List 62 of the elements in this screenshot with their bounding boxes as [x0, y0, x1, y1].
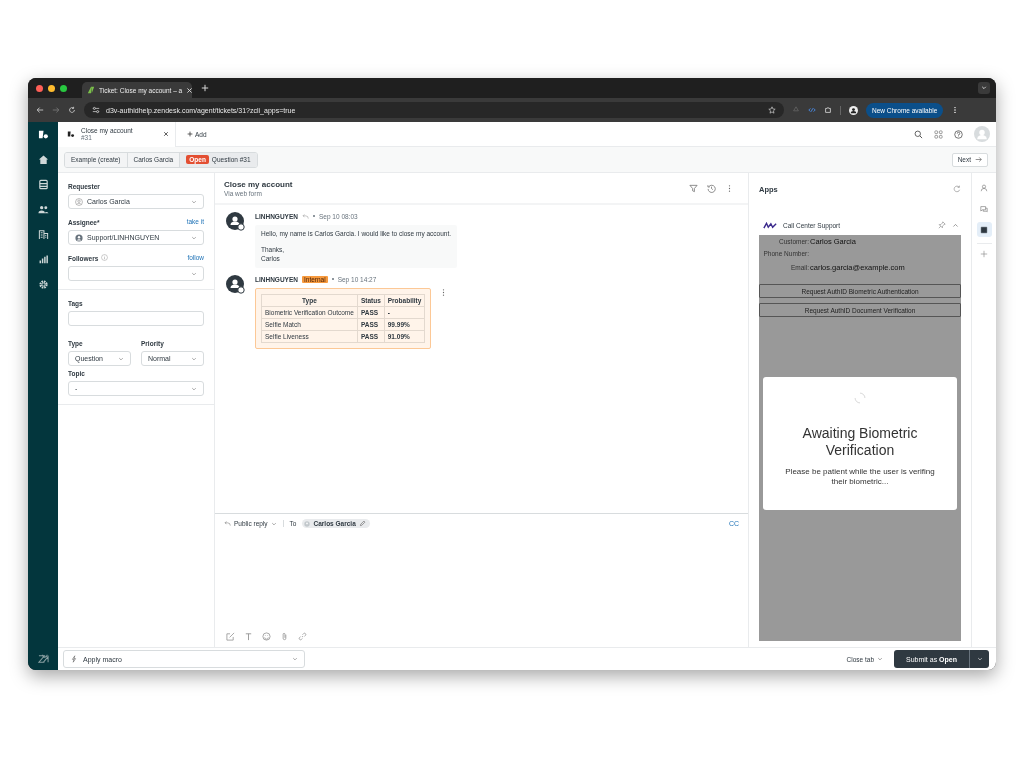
- chevron-down-icon: [191, 385, 197, 392]
- emoji-icon[interactable]: [262, 632, 271, 641]
- tab-search-button[interactable]: [978, 82, 990, 94]
- loading-spinner-icon: [853, 391, 867, 405]
- new-tab-icon[interactable]: [201, 84, 209, 92]
- apps-panel-button[interactable]: [976, 222, 992, 237]
- reply-arrow-icon: [302, 212, 309, 220]
- text-format-icon[interactable]: [244, 632, 253, 641]
- reporting-icon[interactable]: [37, 254, 49, 265]
- site-settings-icon[interactable]: [92, 106, 100, 114]
- submit-options-button[interactable]: [969, 650, 989, 668]
- chevron-down-icon: [191, 270, 197, 277]
- chevron-down-icon: [191, 234, 197, 241]
- maximize-window-button[interactable]: [60, 84, 67, 92]
- ticket-subject: Close my account: [224, 179, 293, 189]
- history-icon[interactable]: [707, 183, 716, 193]
- chat-icon: [980, 204, 988, 213]
- chevron-down-icon: [292, 656, 298, 662]
- close-icon[interactable]: [163, 131, 169, 137]
- app-logo-icon: [763, 221, 777, 229]
- chevron-down-icon: [877, 656, 884, 662]
- forward-arrow-icon[interactable]: [52, 106, 60, 114]
- chevron-down-icon: [191, 198, 197, 205]
- home-icon[interactable]: [37, 154, 49, 165]
- chevron-down-icon: [270, 520, 277, 527]
- chevron-down-icon: [976, 656, 983, 662]
- views-icon[interactable]: [37, 179, 49, 190]
- star-icon[interactable]: [768, 106, 776, 114]
- product-tray-icon[interactable]: [934, 129, 943, 139]
- reload-icon[interactable]: [68, 106, 76, 114]
- close-window-button[interactable]: [36, 84, 43, 92]
- search-icon[interactable]: [914, 129, 923, 139]
- code-icon[interactable]: [808, 106, 816, 114]
- arrow-right-icon: [975, 156, 982, 163]
- chevron-down-icon: [981, 85, 987, 91]
- customers-icon[interactable]: [37, 204, 49, 215]
- refresh-icon[interactable]: [953, 185, 961, 193]
- attachment-icon[interactable]: [280, 632, 289, 641]
- group-icon: [75, 233, 83, 242]
- profile-icon[interactable]: [849, 105, 858, 115]
- reply-arrow-icon: [224, 520, 231, 527]
- filter-icon[interactable]: [689, 183, 698, 193]
- minimize-window-button[interactable]: [48, 84, 55, 92]
- compose-icon[interactable]: [226, 632, 235, 641]
- back-arrow-icon[interactable]: [36, 106, 44, 114]
- chevron-up-icon[interactable]: [952, 221, 959, 229]
- dialog-title: Awaiting Biometric Verification: [801, 425, 919, 459]
- lightning-icon: [70, 655, 78, 663]
- agent-avatar: [225, 211, 245, 231]
- zendesk-logo-icon: [87, 86, 95, 94]
- plus-icon: [187, 131, 193, 137]
- organizations-icon[interactable]: [37, 229, 49, 240]
- help-icon[interactable]: [954, 129, 963, 139]
- dialog-message: Please be patient while the user is verifing their biometric...: [785, 466, 935, 488]
- ticket-icon: [67, 130, 75, 138]
- chevron-down-icon: [191, 355, 197, 362]
- agent-avatar: [225, 274, 245, 295]
- zendesk-logo-icon[interactable]: [37, 129, 49, 140]
- tags-input[interactable]: [68, 311, 204, 326]
- pencil-icon[interactable]: [358, 520, 366, 527]
- pin-icon[interactable]: [938, 221, 946, 229]
- chevron-down-icon: [118, 355, 124, 362]
